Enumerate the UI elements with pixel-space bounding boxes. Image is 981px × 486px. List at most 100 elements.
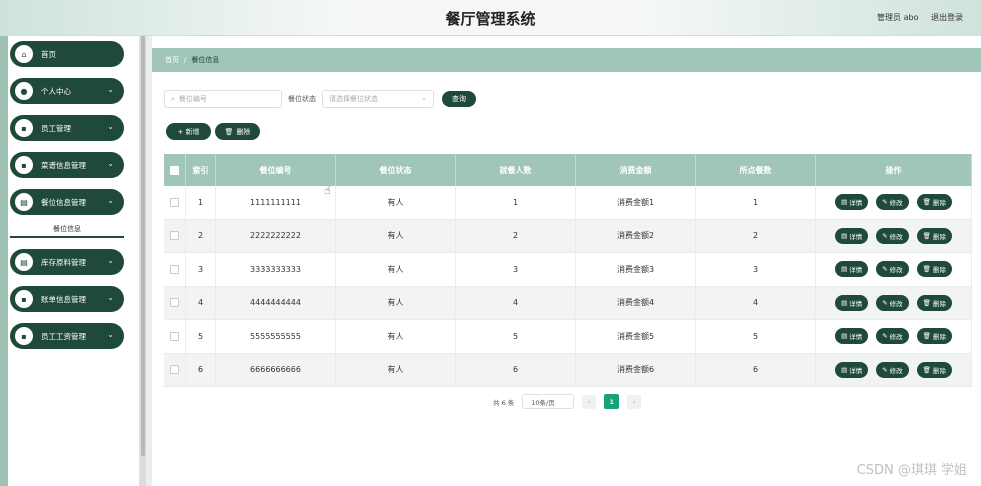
- delete-label: 删除: [932, 266, 946, 275]
- sidebar-item-6[interactable]: ▪ 账单信息管理 ⌄: [10, 286, 124, 312]
- trash-icon: 🗑: [224, 127, 234, 136]
- cell-status: 有人: [336, 219, 456, 252]
- query-button[interactable]: 查询: [442, 91, 476, 107]
- delete-button[interactable]: 🗑 删除: [916, 261, 952, 278]
- edit-button[interactable]: ✎ 修改: [876, 261, 909, 278]
- submenu-item-seat-info[interactable]: 餐位信息: [10, 220, 124, 238]
- action-row: + 新增 🗑 删除: [166, 123, 260, 140]
- delete-button[interactable]: 🗑 删除: [916, 361, 952, 378]
- row-select-cell[interactable]: [164, 320, 186, 353]
- row-select-cell[interactable]: [164, 186, 186, 219]
- detail-button[interactable]: ▤ 详情: [835, 227, 869, 244]
- add-button[interactable]: + 新增: [166, 123, 211, 140]
- chevron-down-icon: ⌄: [107, 159, 114, 168]
- sidebar-item-2[interactable]: ▪ 员工管理 ⌄: [10, 115, 124, 141]
- user-label: 管理员 abo: [877, 13, 919, 22]
- row-checkbox[interactable]: [170, 298, 179, 308]
- select-all-cell[interactable]: [164, 154, 186, 186]
- pagination-total: 共 6 条: [493, 398, 515, 407]
- chevron-down-icon: ⌄: [107, 330, 114, 339]
- doc-icon: ▤: [841, 231, 848, 240]
- cell-dishes: 4: [696, 286, 816, 319]
- cell-index: 2: [186, 219, 216, 252]
- edit-button[interactable]: ✎ 修改: [876, 294, 909, 311]
- sidebar-item-3[interactable]: ▪ 菜谱信息管理 ⌄: [10, 152, 124, 178]
- pencil-icon: ✎: [882, 231, 888, 240]
- row-checkbox[interactable]: [170, 331, 179, 341]
- cell-index: 6: [186, 353, 216, 386]
- sidebar-scrollbar-thumb[interactable]: [141, 36, 145, 456]
- column-header-amount[interactable]: 消费金额: [576, 154, 696, 186]
- cell-amount: 消费金额3: [576, 253, 696, 286]
- delete-button[interactable]: 🗑 删除: [916, 227, 952, 244]
- row-checkbox[interactable]: [170, 231, 179, 241]
- column-header-seat-no[interactable]: 餐位编号: [216, 154, 336, 186]
- sidebar-item-4[interactable]: ▤ 餐位信息管理 ⌄: [10, 189, 124, 215]
- delete-button[interactable]: 🗑 删除: [916, 194, 952, 211]
- row-select-cell[interactable]: [164, 253, 186, 286]
- detail-button[interactable]: ▤ 详情: [835, 294, 869, 311]
- detail-button[interactable]: ▤ 详情: [835, 328, 869, 345]
- grid-icon: ▪: [15, 156, 33, 174]
- logout-link[interactable]: 退出登录: [931, 13, 963, 22]
- home-icon: ⌂: [15, 45, 33, 63]
- delete-button[interactable]: 🗑 删除: [916, 328, 952, 345]
- seat-status-label: 餐位状态: [288, 95, 316, 103]
- detail-label: 详情: [849, 366, 863, 375]
- select-all-checkbox[interactable]: [170, 165, 179, 175]
- page-size-select[interactable]: 10条/页: [522, 394, 575, 409]
- doc-icon: ▤: [841, 298, 848, 307]
- delete-label: 删除: [932, 299, 946, 308]
- edit-button[interactable]: ✎ 修改: [876, 194, 909, 211]
- cell-index: 4: [186, 286, 216, 319]
- column-header-dishes[interactable]: 所点餐数: [696, 154, 816, 186]
- next-page-button[interactable]: ›: [627, 394, 642, 409]
- cell-status: 有人: [336, 186, 456, 219]
- sidebar-item-7[interactable]: ▪ 员工工资管理 ⌄: [10, 323, 124, 349]
- detail-button[interactable]: ▤ 详情: [835, 361, 869, 378]
- cell-actions: ▤ 详情 ✎ 修改 🗑 删除: [816, 253, 972, 286]
- cell-status: 有人: [336, 286, 456, 319]
- sidebar-item-0[interactable]: ⌂ 首页: [10, 41, 124, 67]
- edit-label: 修改: [889, 333, 903, 342]
- column-header-actions: 操作: [816, 154, 972, 186]
- row-select-cell[interactable]: [164, 219, 186, 252]
- cell-status: 有人: [336, 320, 456, 353]
- breadcrumb-current: 餐位信息: [191, 56, 220, 64]
- edit-button[interactable]: ✎ 修改: [876, 328, 909, 345]
- row-select-cell[interactable]: [164, 353, 186, 386]
- edit-button[interactable]: ✎ 修改: [876, 227, 909, 244]
- sidebar-item-5[interactable]: ▤ 库存原料管理 ⌄: [10, 249, 124, 275]
- row-select-cell[interactable]: [164, 286, 186, 319]
- cell-seat-no: 6666666666: [216, 353, 336, 386]
- batch-delete-button[interactable]: 🗑 删除: [215, 123, 260, 140]
- cell-seat-no: 5555555555: [216, 320, 336, 353]
- prev-page-button[interactable]: ‹: [582, 394, 597, 409]
- column-header-index[interactable]: 索引: [186, 154, 216, 186]
- column-header-people[interactable]: 就餐人数: [456, 154, 576, 186]
- page-1-button[interactable]: 1: [604, 394, 620, 409]
- detail-button[interactable]: ▤ 详情: [835, 261, 869, 278]
- edit-button[interactable]: ✎ 修改: [876, 361, 909, 378]
- cell-people: 6: [456, 353, 576, 386]
- edit-label: 修改: [889, 299, 903, 308]
- seat-icon: ▤: [15, 193, 33, 211]
- column-header-status[interactable]: 餐位状态: [336, 154, 456, 186]
- sidebar-item-label: 库存原料管理: [41, 257, 86, 267]
- chevron-down-icon: ⌄: [107, 196, 114, 205]
- pencil-icon: ✎: [882, 265, 888, 274]
- chevron-down-icon: ⌄: [107, 85, 114, 94]
- cell-actions: ▤ 详情 ✎ 修改 🗑 删除: [816, 286, 972, 319]
- table-row: 6 6666666666 有人 6 消费金额6 6 ▤ 详情 ✎ 修改 🗑 删除: [164, 353, 972, 387]
- detail-button[interactable]: ▤ 详情: [835, 194, 869, 211]
- delete-button[interactable]: 🗑 删除: [916, 294, 952, 311]
- row-checkbox[interactable]: [170, 365, 179, 375]
- seat-number-input[interactable]: ⌕ 餐位编号: [164, 90, 282, 108]
- row-checkbox[interactable]: [170, 197, 179, 207]
- pagination: 共 6 条 10条/页 ‹ 1 ›: [493, 394, 642, 409]
- sidebar-item-1[interactable]: ● 个人中心 ⌄: [10, 78, 124, 104]
- row-checkbox[interactable]: [170, 264, 179, 274]
- cell-status: 有人: [336, 253, 456, 286]
- seat-status-select[interactable]: 请选择餐位状态 ⌄: [322, 90, 434, 108]
- breadcrumb-home[interactable]: 首页: [165, 55, 179, 65]
